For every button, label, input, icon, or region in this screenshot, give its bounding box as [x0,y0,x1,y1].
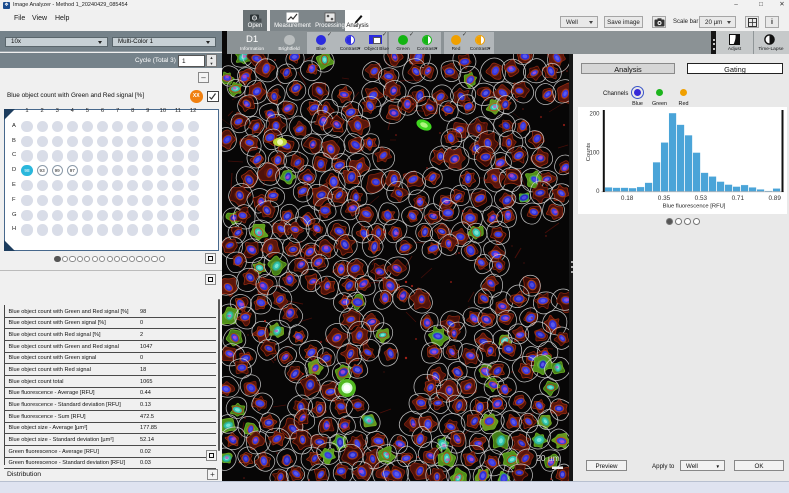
svg-text:0.71: 0.71 [732,195,745,202]
svg-text:0.53: 0.53 [695,195,708,202]
svg-text:0.18: 0.18 [621,195,634,202]
svg-text:Counts: Counts [586,143,592,161]
svg-text:Blue fluorescence [RFU]: Blue fluorescence [RFU] [663,204,726,210]
svg-text:20 µm: 20 µm [536,453,560,463]
svg-text:0: 0 [596,189,600,195]
svg-text:0.35: 0.35 [658,195,671,202]
svg-text:200: 200 [589,112,600,118]
svg-text:0.89: 0.89 [768,195,781,202]
